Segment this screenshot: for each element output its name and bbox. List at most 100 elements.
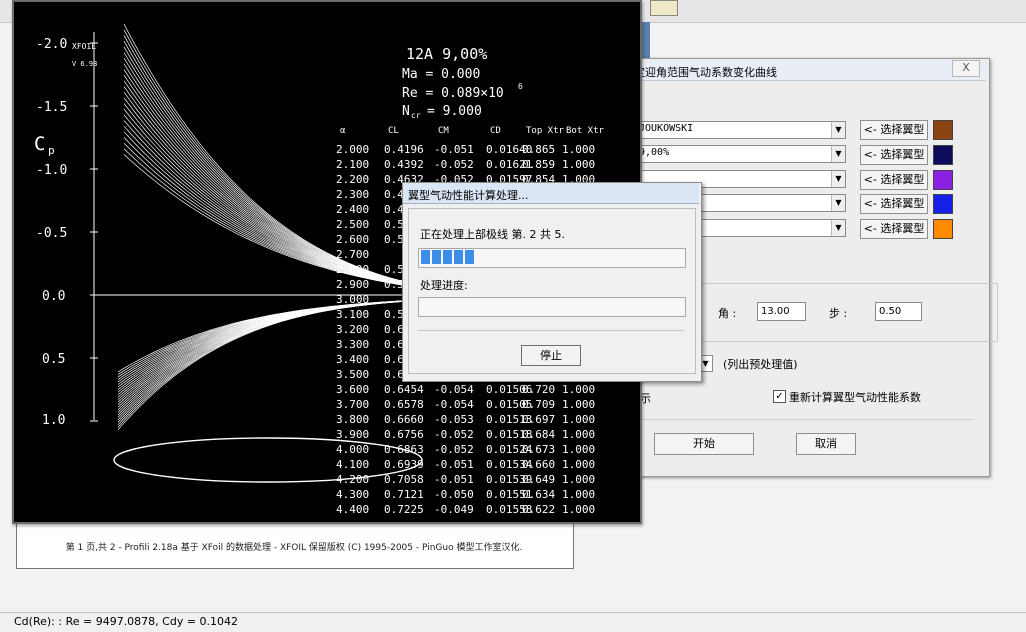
table-cell: 2.800 bbox=[336, 263, 369, 276]
table-cell: 4.000 bbox=[336, 443, 369, 456]
table-cell: 1.000 bbox=[562, 443, 595, 456]
chevron-down-icon[interactable]: ▼ bbox=[831, 122, 845, 138]
table-cell: 2.200 bbox=[336, 173, 369, 186]
airfoil-select-1[interactable]: JOUKOWSKI ▼ bbox=[634, 121, 846, 139]
table-cell: -0.052 bbox=[434, 158, 474, 171]
table-cell: 0.6939 bbox=[384, 458, 424, 471]
table-cell: 1.000 bbox=[562, 473, 595, 486]
table-cell: 0.720 bbox=[522, 383, 555, 396]
select-airfoil-button-4[interactable]: <- 选择翼型 bbox=[860, 194, 928, 214]
y-tick-label: -1.5 bbox=[36, 100, 67, 115]
table-cell: 0.6454 bbox=[384, 383, 424, 396]
ncrit-subscript: cr bbox=[411, 111, 421, 120]
start-button[interactable]: 开始 bbox=[654, 433, 754, 455]
progress-block bbox=[443, 250, 452, 264]
table-cell: -0.054 bbox=[434, 383, 474, 396]
table-header-cell: α bbox=[340, 126, 346, 136]
table-header-cell: CL bbox=[388, 126, 399, 136]
table-cell: 1.000 bbox=[562, 413, 595, 426]
select-airfoil-button-5[interactable]: <- 选择翼型 bbox=[860, 219, 928, 239]
cancel-button[interactable]: 取消 bbox=[796, 433, 856, 455]
table-cell: -0.053 bbox=[434, 413, 474, 426]
color-swatch-5[interactable] bbox=[933, 219, 953, 239]
step-label: 步 : bbox=[829, 307, 848, 320]
table-cell: 3.200 bbox=[336, 323, 369, 336]
progress-title: 翼型气动性能计算处理... bbox=[408, 189, 529, 202]
chevron-down-icon[interactable]: ▼ bbox=[831, 220, 845, 236]
settings-close-button[interactable]: X bbox=[952, 60, 980, 77]
table-cell: 2.100 bbox=[336, 158, 369, 171]
table-header-cell: CM bbox=[438, 126, 449, 136]
table-cell: 0.684 bbox=[522, 428, 555, 441]
table-cell: 0.622 bbox=[522, 503, 555, 516]
table-cell: 0.6578 bbox=[384, 398, 424, 411]
progress-block bbox=[421, 250, 430, 264]
table-cell: -0.051 bbox=[434, 473, 474, 486]
toolbar-button[interactable] bbox=[650, 0, 678, 16]
recalc-checkbox[interactable]: ✓ bbox=[773, 390, 786, 403]
progress-message: 正在处理上部极线 第. 2 共 5. bbox=[420, 228, 565, 241]
table-cell: 3.000 bbox=[336, 293, 369, 306]
angle-label: 角 : bbox=[718, 307, 737, 320]
table-cell: 0.697 bbox=[522, 413, 555, 426]
preprocess-label: (列出预处理值) bbox=[723, 358, 798, 371]
table-cell: 2.500 bbox=[336, 218, 369, 231]
table-cell: 0.6863 bbox=[384, 443, 424, 456]
table-cell: 2.600 bbox=[336, 233, 369, 246]
divider bbox=[634, 419, 974, 420]
angle-field[interactable]: 13.00 bbox=[757, 302, 806, 321]
ncrit-value: = 9.000 bbox=[427, 104, 482, 119]
chevron-down-icon[interactable]: ▼ bbox=[831, 146, 845, 162]
y-tick-label: -0.5 bbox=[36, 226, 67, 241]
mach-label: Ma = 0.000 bbox=[402, 67, 480, 82]
table-cell: 1.000 bbox=[562, 383, 595, 396]
table-cell: 3.400 bbox=[336, 353, 369, 366]
recalc-label: 重新计算翼型气动性能系数 bbox=[789, 391, 921, 404]
airfoil-outline bbox=[113, 437, 423, 483]
progress-block bbox=[432, 250, 441, 264]
table-cell: 1.000 bbox=[562, 428, 595, 441]
chevron-down-icon[interactable]: ▼ bbox=[831, 195, 845, 211]
color-swatch-1[interactable] bbox=[933, 120, 953, 140]
table-cell: 0.865 bbox=[522, 143, 555, 156]
table-cell: 4.200 bbox=[336, 473, 369, 486]
chevron-down-icon[interactable]: ▼ bbox=[831, 171, 845, 187]
table-cell: 3.500 bbox=[336, 368, 369, 381]
color-swatch-3[interactable] bbox=[933, 170, 953, 190]
table-cell: 0.6756 bbox=[384, 428, 424, 441]
select-airfoil-button-1[interactable]: <- 选择翼型 bbox=[860, 120, 928, 140]
stop-button[interactable]: 停止 bbox=[521, 345, 581, 366]
progress-block bbox=[454, 250, 463, 264]
print-preview-footer: 第 1 页,共 2 - Profili 2.18a 基于 XFoil 的数据处理… bbox=[65, 543, 523, 553]
table-cell: -0.052 bbox=[434, 443, 474, 456]
airfoil-select-2[interactable]: 9,00% ▼ bbox=[634, 145, 846, 163]
table-cell: 1.000 bbox=[562, 488, 595, 501]
table-cell: 2.000 bbox=[336, 143, 369, 156]
color-swatch-4[interactable] bbox=[933, 194, 953, 214]
select-airfoil-button-2[interactable]: <- 选择翼型 bbox=[860, 145, 928, 165]
table-cell: 0.4196 bbox=[384, 143, 424, 156]
table-cell: 0.709 bbox=[522, 398, 555, 411]
xfoil-version-label: V 6.93 bbox=[72, 60, 97, 68]
y-tick-label: 0.0 bbox=[42, 289, 65, 304]
table-cell: 0.4392 bbox=[384, 158, 424, 171]
table-cell: 4.400 bbox=[336, 503, 369, 516]
table-cell: 0.7058 bbox=[384, 473, 424, 486]
table-cell: -0.054 bbox=[434, 398, 474, 411]
cp-axis-subscript: p bbox=[48, 144, 55, 157]
table-cell: 1.000 bbox=[562, 458, 595, 471]
step-field[interactable]: 0.50 bbox=[875, 302, 922, 321]
table-cell: 1.000 bbox=[562, 143, 595, 156]
color-swatch-2[interactable] bbox=[933, 145, 953, 165]
ncrit-letter: N bbox=[402, 104, 410, 119]
table-cell: 2.900 bbox=[336, 278, 369, 291]
table-cell: 4.100 bbox=[336, 458, 369, 471]
table-cell: 1.000 bbox=[562, 503, 595, 516]
y-tick-label: 1.0 bbox=[42, 413, 65, 428]
settings-title: 定迎角范围气动系数变化曲线 bbox=[634, 66, 777, 79]
table-cell: 1.000 bbox=[562, 158, 595, 171]
airfoil-name: 12A 9,00% bbox=[406, 45, 487, 63]
y-tick-label: -2.0 bbox=[36, 37, 67, 52]
y-tick-label: -1.0 bbox=[36, 163, 67, 178]
select-airfoil-button-3[interactable]: <- 选择翼型 bbox=[860, 170, 928, 190]
